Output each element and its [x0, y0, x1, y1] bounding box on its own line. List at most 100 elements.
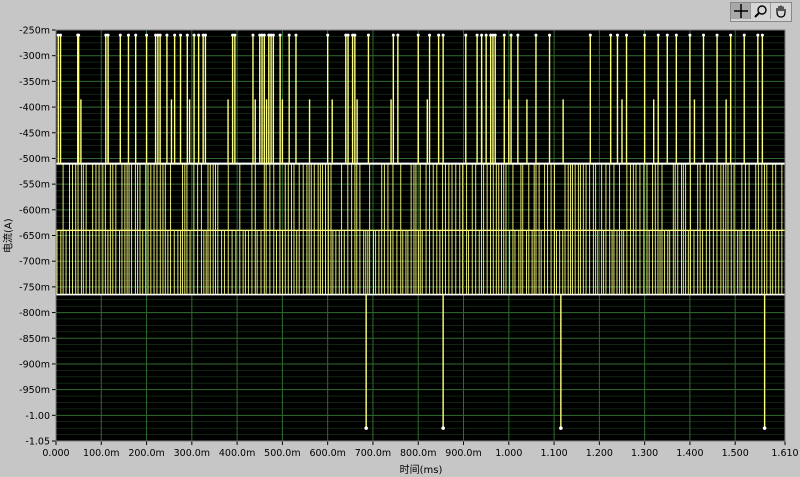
x-tick-label: 200.0m: [128, 448, 164, 459]
y-tick-label: -350m: [19, 77, 50, 88]
y-tick-label: -750m: [19, 282, 50, 293]
spike-marker: [688, 33, 692, 37]
spike-marker: [548, 33, 552, 37]
waveform-chart: -250m -300m -350m -400m -450m -500m -550m -600m…: [19, 26, 798, 460]
spike-marker: [475, 33, 479, 37]
y-tick-label: -950m: [19, 385, 50, 396]
y-tick-label: -1.05: [25, 437, 50, 448]
x-tick-label: 1.400: [676, 448, 703, 459]
spike-marker: [502, 33, 506, 37]
x-axis-label: 时间(ms): [399, 465, 443, 476]
spike-marker: [134, 33, 138, 37]
spike-marker: [391, 33, 395, 37]
x-tick-label: 600.0m: [309, 448, 345, 459]
spike-marker: [416, 33, 420, 37]
spike-marker: [441, 426, 445, 430]
hand-icon: [776, 5, 786, 18]
spike-marker: [192, 33, 196, 37]
spike-marker: [251, 33, 255, 37]
spike-marker: [346, 33, 350, 37]
y-tick-label: -700m: [19, 257, 50, 268]
spike-marker: [428, 33, 432, 37]
crosshair-icon: [733, 4, 748, 18]
spike-marker: [353, 33, 357, 37]
y-tick-label: -450m: [19, 128, 50, 139]
spike-marker: [326, 33, 330, 37]
spike-marker: [437, 33, 441, 37]
graph-panel: -250m -300m -350m -400m -450m -500m -550m -600m…: [0, 0, 800, 477]
spike-marker: [145, 33, 149, 37]
spike-marker: [756, 33, 760, 37]
spike-marker: [534, 33, 538, 37]
spike-marker: [674, 33, 678, 37]
y-tick-label: -850m: [19, 334, 50, 345]
spike-marker: [625, 33, 629, 37]
y-tick-label: -300m: [19, 51, 50, 62]
spike-marker: [262, 33, 266, 37]
zoom-tool-button[interactable]: [751, 3, 771, 19]
y-tick-label: -250m: [19, 26, 50, 37]
spike-marker: [118, 33, 122, 37]
x-tick-label: 900.0m: [445, 448, 481, 459]
spike-marker: [233, 33, 237, 37]
x-tick-label: 800.0m: [400, 448, 436, 459]
y-tick-label: -800m: [19, 308, 50, 319]
spike-marker: [516, 33, 520, 37]
spike-marker: [366, 33, 370, 37]
spike-marker: [509, 33, 513, 37]
y-tick-label: -900m: [19, 359, 50, 370]
y-tick-label: -500m: [19, 154, 50, 165]
graph-palette: [730, 2, 792, 22]
spike-marker: [203, 33, 207, 37]
spike-marker: [729, 33, 733, 37]
x-tick-label: 700.0m: [355, 448, 391, 459]
spike-marker: [179, 33, 183, 37]
y-tick-label: -550m: [19, 180, 50, 191]
spike-marker: [278, 33, 282, 37]
spike-marker: [106, 33, 110, 37]
y-tick-label: -650m: [19, 231, 50, 242]
spike-marker: [615, 33, 619, 37]
spike-marker: [464, 33, 468, 37]
spike-marker: [77, 33, 81, 37]
spike-marker: [396, 33, 400, 37]
spike-marker: [665, 33, 669, 37]
x-tick-label: 1.500: [722, 448, 749, 459]
y-tick-label: -400m: [19, 103, 50, 114]
y-tick-label: -600m: [19, 205, 50, 216]
spike-marker: [441, 33, 445, 37]
spike-marker: [185, 33, 189, 37]
spike-marker: [271, 33, 275, 37]
x-tick-label: 1.100: [540, 448, 567, 459]
x-tick-label: 1.200: [586, 448, 613, 459]
spike-marker: [197, 33, 201, 37]
spike-marker: [165, 33, 169, 37]
x-tick-label: 1.300: [631, 448, 658, 459]
spike-marker: [484, 33, 488, 37]
spike-marker: [158, 33, 162, 37]
zoom-icon: [753, 5, 767, 18]
y-axis-label: 电流(A): [3, 218, 15, 253]
spike-marker: [126, 33, 130, 37]
spike-marker: [643, 33, 647, 37]
spike-marker: [59, 33, 63, 37]
spike-marker: [294, 33, 298, 37]
spike-marker: [364, 426, 368, 430]
spike-marker: [762, 426, 767, 430]
pan-tool-button[interactable]: [771, 3, 791, 19]
x-tick-label: 100.0m: [83, 448, 119, 459]
spike-marker: [287, 33, 291, 37]
x-tick-label: 300.0m: [174, 448, 210, 459]
x-tick-label: 400.0m: [219, 448, 255, 459]
spike-marker: [715, 33, 719, 37]
spike-marker: [701, 33, 705, 37]
x-tick-label: 1.610: [771, 448, 798, 459]
spike-marker: [480, 33, 484, 37]
spike-marker: [588, 33, 592, 37]
spike-marker: [559, 426, 563, 430]
spike-marker: [609, 33, 613, 37]
spike-marker: [656, 33, 660, 37]
y-tick-label: -1.00: [25, 411, 50, 422]
spike-marker: [760, 33, 764, 37]
crosshair-tool-button[interactable]: [731, 3, 751, 19]
